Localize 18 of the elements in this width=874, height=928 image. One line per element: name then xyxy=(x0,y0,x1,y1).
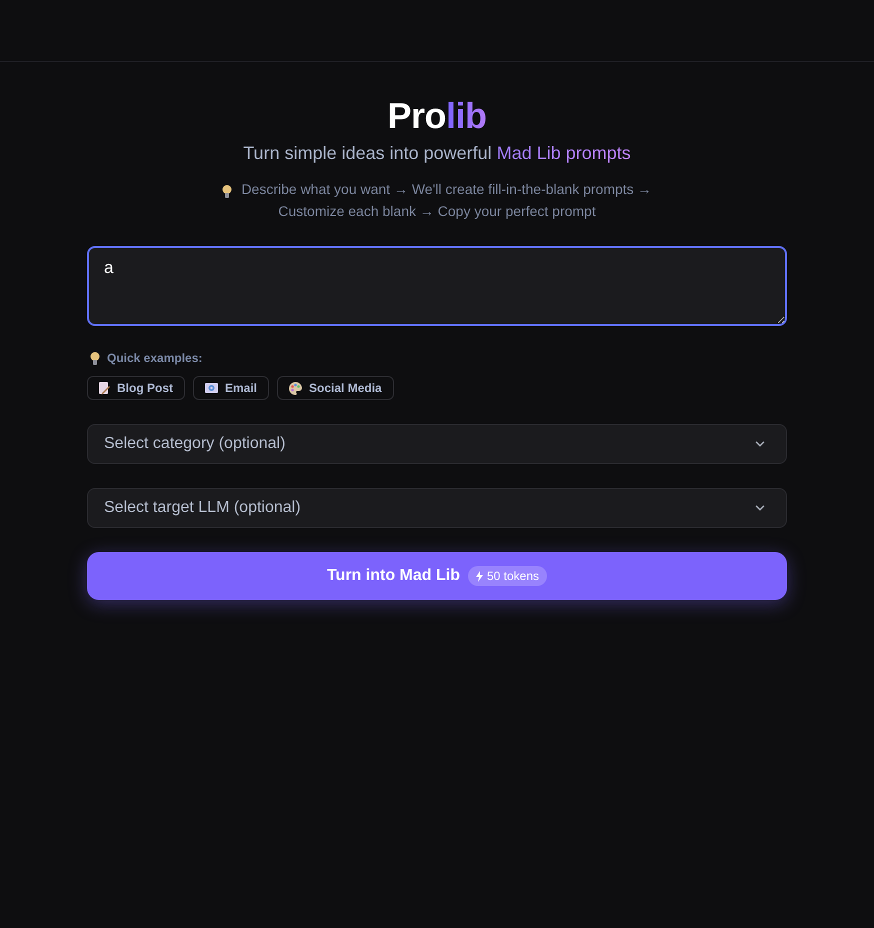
quick-examples-label: Quick examples: xyxy=(107,350,202,366)
logo: Prolib xyxy=(387,96,486,136)
dropdown-select[interactable]: Select target LLM (optional) xyxy=(87,488,787,528)
token-cost-badge: 50 tokens xyxy=(468,566,548,586)
example-chip[interactable]: Social Media xyxy=(277,376,394,400)
example-chip[interactable]: Blog Post xyxy=(87,376,185,400)
tagline: Turn simple ideas into powerful Mad Lib prompts xyxy=(243,142,631,165)
prompt-input-field[interactable]: a xyxy=(87,246,787,326)
steps-description: Describe what you want → We'll create fill-in-the-blank prompts → Customize each blank → Copy your perfect prompt xyxy=(241,181,652,219)
dropdown-select[interactable]: Select category (optional) xyxy=(87,424,787,464)
document-pencil-icon xyxy=(99,382,110,394)
lightning-icon xyxy=(476,570,483,582)
turn-into-mad-lib-button[interactable]: Turn into Mad Lib 50 tokens xyxy=(87,552,787,600)
lightbulb-icon xyxy=(222,184,232,198)
example-chip[interactable]: Email xyxy=(193,376,270,400)
lightbulb-icon xyxy=(90,352,100,364)
envelope-icon xyxy=(205,383,218,393)
palette-icon xyxy=(289,382,302,394)
